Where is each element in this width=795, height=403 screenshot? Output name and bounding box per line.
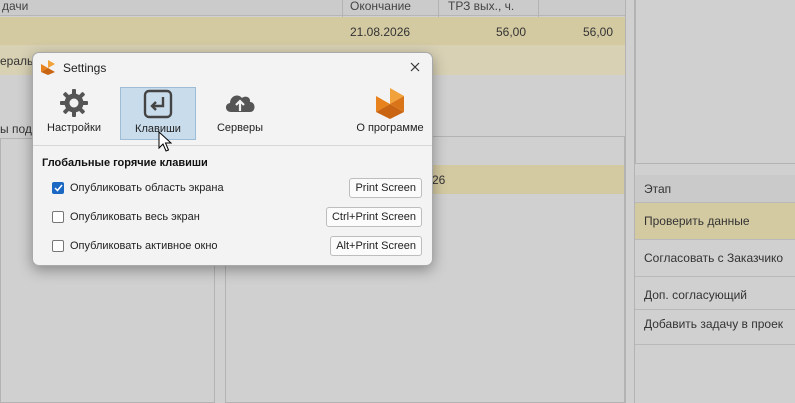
row-text: ераль [0, 54, 34, 68]
close-icon [410, 62, 420, 72]
section-title: Глобальные горячие клавиши [42, 157, 208, 169]
grid-line [625, 0, 626, 403]
stage-header: Этап [635, 175, 795, 203]
gear-icon [60, 89, 88, 117]
tab-about-label: О программе [356, 122, 424, 134]
divider [33, 145, 432, 146]
left-label: ы под [0, 122, 32, 136]
option-label: Опубликовать активное окно [70, 240, 218, 252]
tab-servers-label: Серверы [216, 122, 264, 134]
app-logo-icon [376, 87, 404, 119]
hotkey-button[interactable]: Ctrl+Print Screen [325, 207, 422, 227]
publish-screen-checkbox[interactable] [52, 211, 64, 223]
option-publish-window: Опубликовать активное окно Alt+Print Scr… [52, 236, 422, 256]
option-label: Опубликовать область экрана [70, 182, 224, 194]
tab-settings[interactable]: Настройки [39, 87, 109, 140]
publish-window-checkbox[interactable] [52, 240, 64, 252]
hours-cell-2: 56,00 [583, 25, 614, 39]
hotkey-button[interactable]: Print Screen [349, 178, 422, 198]
table-header: дачи Окончание ТРЗ вых., ч. [0, 0, 625, 16]
settings-dialog: Settings Настройки Клавиши Серверы О про… [32, 52, 433, 266]
check-icon [53, 184, 63, 192]
dialog-titlebar[interactable]: Settings [33, 53, 432, 83]
enter-key-icon [143, 89, 173, 119]
column-header-hours: ТРЗ вых., ч. [448, 0, 515, 13]
app-logo-icon [41, 60, 55, 75]
stage-item[interactable]: Проверить данные [635, 203, 795, 240]
hours-cell: 56,00 [496, 25, 527, 39]
option-publish-area: Опубликовать область экрана Print Screen [52, 178, 422, 198]
tab-servers[interactable]: Серверы [205, 87, 275, 140]
hotkey-button[interactable]: Alt+Print Screen [330, 236, 422, 256]
end-date-cell: 21.08.2026 [350, 25, 411, 39]
column-header-end: Окончание [350, 0, 411, 13]
middle-value: 26 [432, 173, 446, 187]
close-button[interactable] [406, 58, 424, 76]
tab-settings-label: Настройки [47, 122, 101, 134]
dialog-title: Settings [63, 61, 107, 75]
cloud-upload-icon [225, 95, 255, 112]
stage-item[interactable]: Доп. согласующий [635, 281, 795, 310]
stage-item[interactable]: Добавить задачу в проек [635, 310, 795, 345]
mouse-pointer-icon [158, 131, 172, 152]
tab-about[interactable]: О программе [351, 87, 429, 140]
option-label: Опубликовать весь экран [70, 211, 200, 223]
right-top-panel [635, 0, 795, 164]
option-publish-screen: Опубликовать весь экран Ctrl+Print Scree… [52, 207, 422, 227]
publish-area-checkbox[interactable] [52, 182, 64, 194]
stage-item[interactable]: Согласовать с Заказчико [635, 240, 795, 277]
column-header-task: дачи [2, 0, 29, 13]
table-row[interactable]: 21.08.2026 56,00 56,00 [0, 17, 625, 45]
settings-toolbar: Настройки Клавиши Серверы О программе [33, 85, 432, 142]
